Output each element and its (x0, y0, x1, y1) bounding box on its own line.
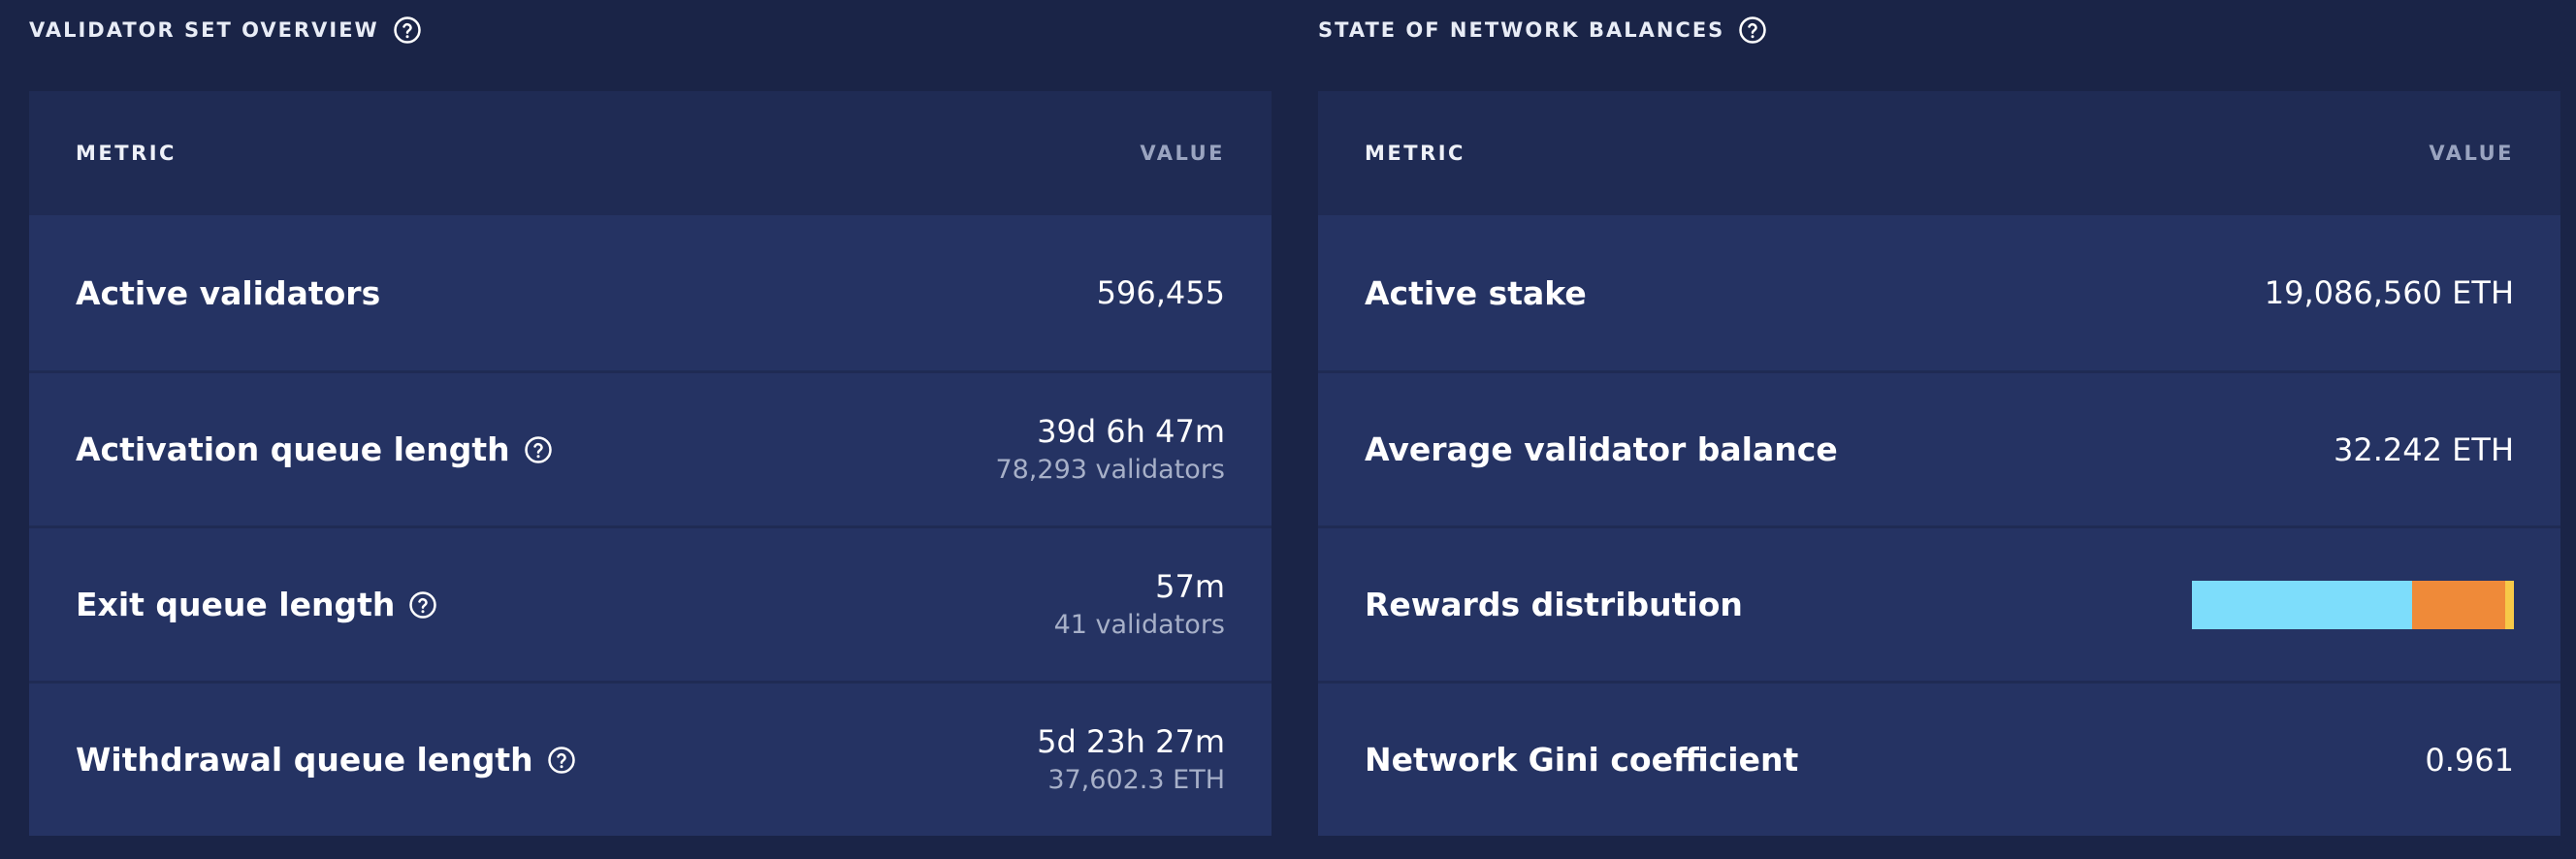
question-circle-icon[interactable] (547, 746, 576, 775)
column-header-value: VALUE (2429, 142, 2514, 165)
table-row: Withdrawal queue length 5d 23h 27m 37,60… (29, 681, 1272, 836)
row-value: 0.961 (2425, 740, 2514, 780)
row-label-text: Active stake (1365, 273, 1587, 312)
network-balances-section: STATE OF NETWORK BALANCES METRIC VALUE A… (1318, 0, 2560, 836)
row-value-main: 39d 6h 47m (1037, 412, 1225, 450)
table-row: Network Gini coefficient 0.961 (1318, 681, 2560, 836)
row-label-text: Average validator balance (1365, 430, 1838, 468)
row-label: Average validator balance (1365, 430, 1838, 468)
rewards-distribution-bar[interactable] (2192, 580, 2514, 629)
row-value-main: 596,455 (1096, 274, 1225, 311)
row-label-text: Rewards distribution (1365, 586, 1743, 623)
table-header: METRIC VALUE (1318, 91, 2560, 215)
row-label-text: Network Gini coefficient (1365, 741, 1799, 779)
row-label-text: Exit queue length (76, 586, 396, 623)
rewards-segment-2[interactable] (2504, 580, 2514, 629)
rewards-segment-0[interactable] (2192, 580, 2412, 629)
rewards-segment-1[interactable] (2411, 580, 2505, 629)
row-value-sub: 41 validators (1053, 609, 1225, 640)
row-value-sub: 37,602.3 ETH (1047, 764, 1225, 795)
table-row: Rewards distribution (1318, 525, 2560, 681)
row-value: 5d 23h 27m 37,602.3 ETH (1037, 721, 1225, 799)
table-header: METRIC VALUE (29, 91, 1272, 215)
network-balances-title: STATE OF NETWORK BALANCES (1318, 0, 2560, 60)
table-row: Active stake 19,086,560 ETH (1318, 215, 2560, 370)
table-row: Activation queue length 39d 6h 47m 78,29… (29, 370, 1272, 525)
question-circle-icon[interactable] (524, 435, 553, 464)
validator-set-title: VALIDATOR SET OVERVIEW (29, 0, 1272, 60)
question-circle-icon[interactable] (393, 16, 422, 45)
row-value-main: 19,086,560 ETH (2264, 274, 2514, 311)
question-circle-icon[interactable] (408, 590, 437, 620)
row-label-text: Withdrawal queue length (76, 741, 533, 779)
table-row: Average validator balance 32.242 ETH (1318, 370, 2560, 525)
row-label: Active validators (76, 274, 380, 312)
row-label: Network Gini coefficient (1365, 741, 1798, 779)
column-header-metric: METRIC (76, 142, 177, 165)
column-header-value: VALUE (1140, 142, 1225, 165)
row-value-sub: 78,293 validators (995, 454, 1225, 485)
validator-set-table: METRIC VALUE Active validators 596,455 A… (29, 91, 1272, 836)
row-value-main: 5d 23h 27m (1037, 722, 1225, 760)
column-header-metric: METRIC (1365, 142, 1465, 165)
table-row: Exit queue length 57m 41 validators (29, 525, 1272, 681)
row-value: 39d 6h 47m 78,293 validators (995, 411, 1225, 489)
row-value-main: 57m (1155, 567, 1225, 605)
validator-set-title-text: VALIDATOR SET OVERVIEW (29, 18, 379, 42)
network-balances-title-text: STATE OF NETWORK BALANCES (1318, 18, 1725, 42)
row-label: Withdrawal queue length (76, 741, 576, 779)
row-value: 19,086,560 ETH (2265, 272, 2514, 313)
row-label: Exit queue length (76, 586, 437, 623)
question-circle-icon[interactable] (1738, 16, 1767, 45)
row-value: 32.242 ETH (2334, 430, 2514, 470)
table-row: Active validators 596,455 (29, 215, 1272, 370)
row-value: 57m 41 validators (1054, 566, 1225, 644)
row-value: 596,455 (1097, 272, 1225, 313)
row-label: Activation queue length (76, 430, 553, 468)
row-value-main: 0.961 (2425, 741, 2514, 779)
row-value-main: 32.242 ETH (2334, 430, 2514, 468)
row-label: Active stake (1365, 274, 1587, 312)
validator-set-section: VALIDATOR SET OVERVIEW METRIC VALUE Acti… (29, 0, 1272, 836)
network-balances-table: METRIC VALUE Active stake 19,086,560 ETH… (1318, 91, 2560, 836)
row-label: Rewards distribution (1365, 586, 1743, 623)
row-label-text: Active validators (76, 273, 381, 312)
row-label-text: Activation queue length (76, 430, 510, 468)
